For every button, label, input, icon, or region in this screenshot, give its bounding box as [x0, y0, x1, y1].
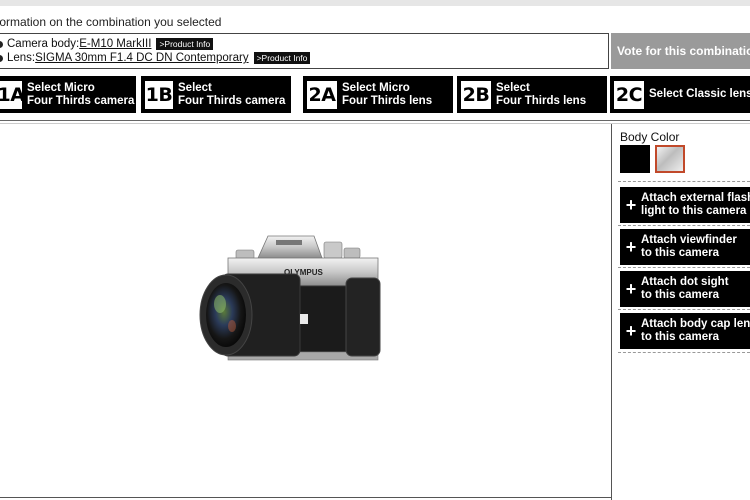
sidebar-divider — [611, 124, 612, 500]
lens-link[interactable]: SIGMA 30mm F1.4 DC DN Contemporary — [35, 52, 248, 64]
selection-info-box: Camera body: E-M10 MarkIII >Product Info… — [0, 33, 609, 69]
dashed-separator — [618, 352, 750, 353]
step-1a-button[interactable]: 1A Select Micro Four Thirds camera — [0, 76, 136, 113]
plus-icon: + — [625, 194, 637, 215]
accessory-label-line2: to this camera — [641, 331, 719, 343]
accessory-label-line1: Attach external flash/ — [641, 192, 750, 204]
accessory-label-line2: to this camera — [641, 289, 719, 301]
section-divider-light — [0, 123, 750, 124]
attach-dot-sight-button[interactable]: + Attach dot sight to this camera — [620, 271, 750, 307]
step-badge: 2C — [614, 80, 644, 109]
lens-product-info-button[interactable]: >Product Info — [253, 52, 311, 64]
accessory-label: Attach dot sight to this camera — [641, 276, 729, 302]
step-label: Select Micro Four Thirds lens — [342, 82, 432, 108]
accessory-label-line2: light to this camera — [641, 205, 747, 217]
attach-viewfinder-button[interactable]: + Attach viewfinder to this camera — [620, 229, 750, 265]
accessory-label-line2: to this camera — [641, 247, 719, 259]
step-label: Select Classic lens — [649, 88, 750, 101]
step-1b-button[interactable]: 1B Select Four Thirds camera — [141, 76, 291, 113]
step-label-line1: Select Classic lens — [649, 88, 750, 100]
bullet-icon — [0, 54, 3, 62]
dashed-separator — [618, 181, 750, 182]
bullet-icon — [0, 40, 3, 48]
accessory-label-line1: Attach viewfinder — [641, 234, 737, 246]
step-label-line2: Four Thirds camera — [27, 94, 135, 107]
body-color-silver-swatch[interactable] — [655, 145, 685, 173]
plus-icon: + — [625, 278, 637, 299]
lens-info-line: Lens: SIGMA 30mm F1.4 DC DN Contemporary… — [0, 51, 311, 65]
plus-icon: + — [625, 236, 637, 257]
step-label-line1: Select Micro — [27, 81, 95, 94]
plus-icon: + — [625, 320, 637, 341]
step-badge: 2A — [307, 80, 337, 109]
section-divider — [0, 120, 750, 121]
step-2a-button[interactable]: 2A Select Micro Four Thirds lens — [303, 76, 453, 113]
accessory-label: Attach external flash/ light to this cam… — [641, 192, 750, 218]
accessory-label-line1: Attach dot sight — [641, 276, 729, 288]
dashed-separator — [618, 309, 750, 310]
vote-button[interactable]: Vote for this combinatio — [611, 33, 750, 69]
info-title: formation on the combination you selecte… — [0, 15, 222, 29]
step-label-line2: Four Thirds lens — [496, 94, 587, 107]
body-color-black-swatch[interactable] — [620, 145, 650, 173]
camera-link[interactable]: E-M10 MarkIII — [79, 38, 151, 50]
accessory-label-line1: Attach body cap lens — [641, 318, 750, 330]
step-label: Select Four Thirds lens — [496, 82, 586, 108]
step-label: Select Micro Four Thirds camera — [27, 82, 134, 108]
attach-flash-button[interactable]: + Attach external flash/ light to this c… — [620, 187, 750, 223]
camera-illustration: OLYMPUS — [199, 235, 381, 361]
top-bar — [0, 0, 750, 6]
step-label-line1: Select Micro — [342, 81, 410, 94]
step-2c-button[interactable]: 2C Select Classic lens — [610, 76, 750, 113]
attach-body-cap-lens-button[interactable]: + Attach body cap lens to this camera — [620, 313, 750, 349]
step-badge: 1A — [0, 80, 25, 109]
step-label-line1: Select — [496, 81, 530, 94]
step-label-line1: Select — [178, 81, 212, 94]
camera-preview-image: OLYMPUS — [196, 228, 386, 368]
step-label-line2: Four Thirds lens — [342, 94, 433, 107]
camera-prefix: Camera body: — [7, 38, 80, 50]
step-badge: 2B — [461, 80, 491, 109]
camera-product-info-button[interactable]: >Product Info — [156, 38, 214, 50]
dashed-separator — [618, 267, 750, 268]
camera-info-line: Camera body: E-M10 MarkIII >Product Info — [0, 37, 214, 51]
step-2b-button[interactable]: 2B Select Four Thirds lens — [457, 76, 607, 113]
step-label: Select Four Thirds camera — [178, 82, 285, 108]
lens-prefix: Lens: — [7, 52, 36, 64]
step-label-line2: Four Thirds camera — [178, 94, 286, 107]
preview-bottom-border — [0, 497, 611, 498]
accessory-label: Attach body cap lens to this camera — [641, 318, 750, 344]
step-badge: 1B — [145, 80, 173, 109]
dashed-separator — [618, 225, 750, 226]
body-color-label: Body Color — [620, 130, 680, 144]
accessory-label: Attach viewfinder to this camera — [641, 234, 737, 260]
